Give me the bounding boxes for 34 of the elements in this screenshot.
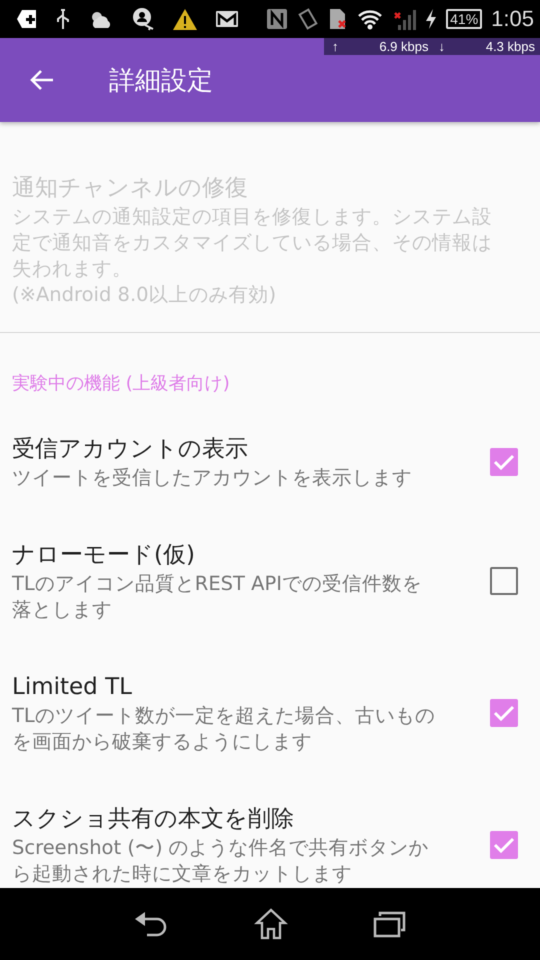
back-icon[interactable] [132, 910, 169, 938]
screen-title: 詳細設定 [109, 64, 213, 98]
preference-summary: Screenshot (〜) のような件名で共有ボタンから起動された時に文章をカットします [12, 835, 430, 887]
charging-icon [425, 8, 438, 30]
preference-title[interactable]: 受信アカウントの表示 [12, 433, 440, 465]
checkbox[interactable] [490, 831, 518, 859]
checkbox[interactable] [490, 448, 518, 476]
clock: 1:05 [491, 6, 534, 32]
mail-icon [215, 9, 239, 29]
sim-card-icon [328, 7, 348, 31]
screen-rotation-icon [297, 7, 320, 31]
battery-level: 41% [446, 9, 482, 29]
back-arrow-icon[interactable] [29, 69, 55, 91]
upload-arrow: ↑ [332, 39, 338, 54]
preference-summary: TLのツイート数が一定を超えた場合、古いものを画面から破棄するようにします [12, 703, 436, 755]
usb-icon [55, 7, 71, 31]
category-header: 実験中の機能 (上級者向け) [11, 372, 231, 396]
preference-summary: ツイートを受信したアカウントを表示します [12, 465, 413, 491]
checkbox[interactable] [490, 567, 518, 595]
checkbox[interactable] [490, 699, 518, 727]
preference-title[interactable]: スクショ共有の本文を削除 [12, 803, 440, 835]
preference-title[interactable]: ナローモード(仮) [12, 539, 440, 571]
preference-title[interactable]: Limited TL [12, 671, 440, 703]
nfc-icon [266, 7, 288, 31]
home-icon[interactable] [254, 908, 288, 940]
medical-cross-icon [16, 8, 38, 30]
download-arrow: ↓ [438, 39, 445, 54]
signal-icon [392, 7, 416, 31]
download-speed: 4.3 kbps [484, 39, 535, 54]
warning-icon [172, 8, 198, 30]
account-key-icon [131, 7, 155, 31]
upload-speed: 6.9 kbps [378, 39, 428, 54]
recent-apps-icon[interactable] [373, 910, 408, 938]
preference-summary: TLのアイコン品質とREST APIでの受信件数を落とします [12, 571, 423, 623]
